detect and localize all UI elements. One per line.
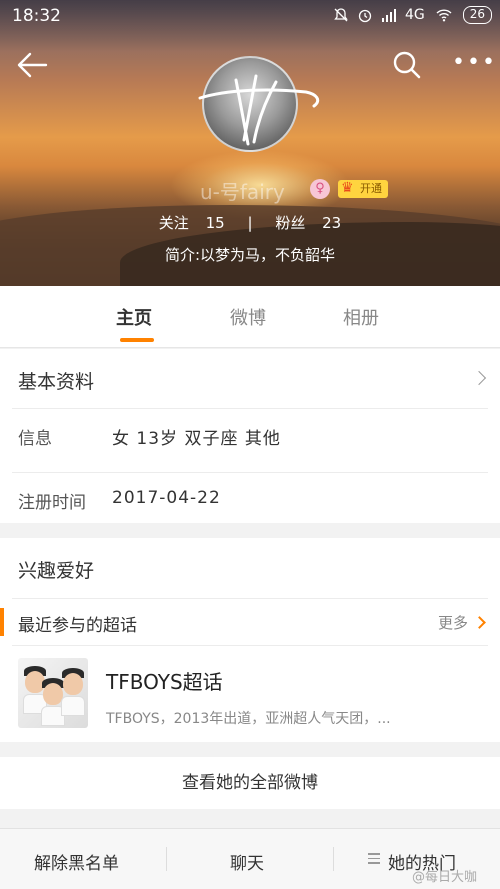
followers-stat[interactable]: 粉丝 23 <box>269 214 347 232</box>
menu-icon <box>368 853 380 867</box>
info-label: 信息 <box>18 429 52 449</box>
wifi-icon <box>436 9 452 22</box>
tab-home[interactable]: 主页 <box>116 304 152 330</box>
status-bar: 18:32 4G 26 <box>0 0 500 34</box>
more-icon[interactable]: ••• <box>452 52 495 76</box>
recent-topics-row[interactable]: 最近参与的超话 更多 <box>0 599 500 645</box>
active-tab-indicator <box>120 338 154 342</box>
basic-info-header[interactable]: 基本资料 <box>0 349 500 407</box>
chevron-right-icon <box>473 616 486 629</box>
avatar-scribble-overlay <box>198 74 320 146</box>
back-arrow-icon[interactable] <box>16 50 48 80</box>
status-icons: 4G 26 <box>333 6 492 24</box>
network-type: 4G <box>404 7 425 23</box>
topic-title: TFBOYS超话 <box>106 670 223 694</box>
follow-stats: 关注 15 | 粉丝 23 <box>0 212 500 233</box>
tab-album[interactable]: 相册 <box>343 304 379 330</box>
battery-indicator: 26 <box>462 6 492 24</box>
crown-icon: ♛ <box>341 180 354 196</box>
profile-tabs: 主页 微博 相册 <box>0 286 500 348</box>
search-icon[interactable] <box>392 50 422 80</box>
basic-info-section: 基本资料 信息 女 13岁 双子座 其他 注册时间 2017-04-22 <box>0 349 500 523</box>
status-time: 18:32 <box>12 6 61 26</box>
basic-info-title: 基本资料 <box>18 371 95 393</box>
watermark: @每日大咖 <box>412 870 478 885</box>
vip-badge[interactable]: ♛ 开通 <box>338 180 388 198</box>
topic-item[interactable]: TFBOYS超话 TFBOYS，2013年出道，亚洲超人气天团，... <box>0 646 500 742</box>
following-stat[interactable]: 关注 15 <box>153 214 236 232</box>
chat-button[interactable]: 聊天 <box>230 849 264 874</box>
unblock-button[interactable]: 解除黑名单 <box>34 849 119 874</box>
info-value: 女 13岁 双子座 其他 <box>112 429 281 449</box>
divider <box>166 847 167 871</box>
username-row: u-号fairy ♀ ♛ 开通 <box>0 176 500 204</box>
followers-count: 23 <box>322 214 342 232</box>
following-label: 关注 <box>158 214 189 232</box>
divider <box>12 472 488 473</box>
divider <box>333 847 334 871</box>
signal-icon <box>381 9 396 22</box>
section-accent-bar <box>0 608 4 636</box>
register-label: 注册时间 <box>18 493 86 513</box>
alarm-icon <box>358 9 372 23</box>
divider <box>12 408 488 409</box>
followers-label: 粉丝 <box>275 214 306 232</box>
topic-description: TFBOYS，2013年出道，亚洲超人气天团，... <box>106 711 391 727</box>
vip-label: 开通 <box>360 182 382 195</box>
profile-bio: 简介:以梦为马，不负韶华 <box>164 246 336 264</box>
chevron-right-icon <box>471 370 487 386</box>
interests-title: 兴趣爱好 <box>18 560 95 582</box>
interests-section: 兴趣爱好 最近参与的超话 更多 TFBOYS超话 TFBOYS，2013年出道，… <box>0 538 500 742</box>
tab-weibo[interactable]: 微博 <box>230 304 266 330</box>
mute-icon <box>334 8 348 22</box>
recent-topics-label: 最近参与的超话 <box>18 616 137 636</box>
username: u-号fairy <box>200 180 285 204</box>
register-value: 2017-04-22 <box>112 488 221 508</box>
topic-thumbnail <box>18 658 88 728</box>
stat-separator: | <box>247 214 253 232</box>
view-all-weibo-button[interactable]: 查看她的全部微博 <box>0 757 500 809</box>
more-link[interactable]: 更多 <box>438 612 468 633</box>
following-count: 15 <box>205 214 225 232</box>
female-icon: ♀ <box>310 179 330 199</box>
